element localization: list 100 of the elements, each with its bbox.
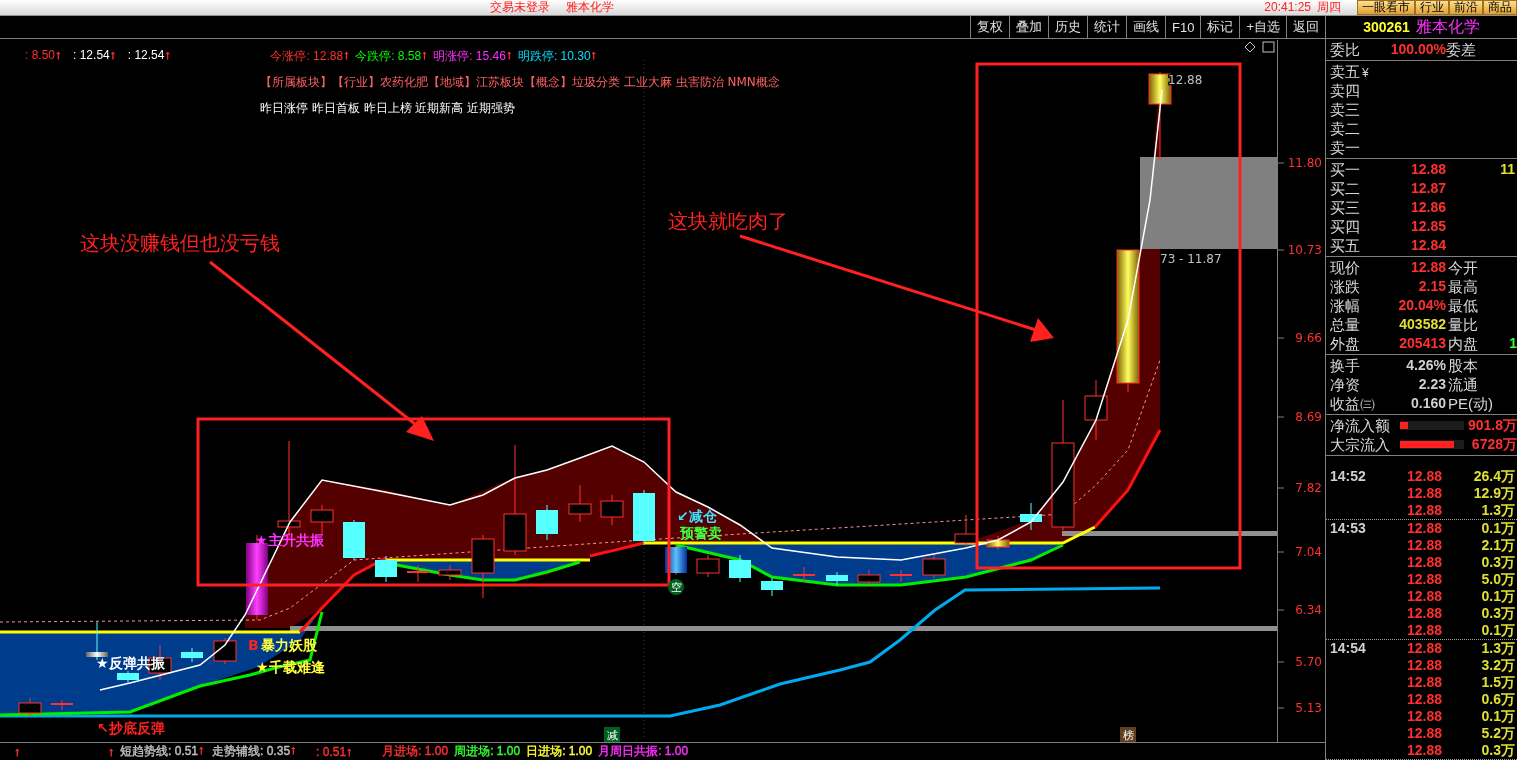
candlestick xyxy=(761,577,783,597)
trade-price: 12.88 xyxy=(1405,485,1442,502)
field-value: 100.00% xyxy=(1389,40,1446,57)
up-arrow: ↑ xyxy=(108,744,114,759)
callout-text: 这块就吃肉了 xyxy=(668,209,788,233)
field-value: 403582 xyxy=(1398,315,1446,334)
bid-price: 12.87 xyxy=(1409,179,1446,198)
field-value: 2.15 xyxy=(1417,277,1446,296)
clock-time: 20:41:25 xyxy=(1264,0,1311,15)
indicator-value: 周进场: 1.00 xyxy=(454,743,521,760)
indicator-value: : 12.54 xyxy=(127,48,165,64)
candlestick xyxy=(18,697,42,717)
trade-time: 14:53 xyxy=(1330,520,1367,537)
trade-price: 12.88 xyxy=(1405,537,1442,554)
trade-volume: 2.1万 xyxy=(1480,537,1516,554)
trade-volume: 0.3万 xyxy=(1480,742,1516,759)
trade-volume: 12.9万 xyxy=(1472,485,1516,502)
field-label: 外盘 xyxy=(1330,334,1361,353)
bid-price: 12.86 xyxy=(1409,198,1446,217)
panel-toggle-icon[interactable] xyxy=(1262,41,1275,53)
signal-badge: 减 xyxy=(604,727,620,742)
field-value: 0.160 xyxy=(1409,394,1446,413)
market-button[interactable]: 商品 xyxy=(1483,0,1517,15)
axis-label: 5.13 xyxy=(1295,701,1322,715)
bid-label: 买二 xyxy=(1330,179,1361,198)
trade-price: 12.88 xyxy=(1405,742,1442,759)
field-value: 12.88 xyxy=(1409,258,1446,277)
candlestick xyxy=(889,569,913,583)
indicator-value: 今涨停: 12.88 xyxy=(270,48,344,65)
candlestick xyxy=(633,489,655,546)
candlestick xyxy=(536,504,558,541)
trade-time: 14:52 xyxy=(1330,468,1367,485)
candlestick xyxy=(696,554,720,578)
trade-volume: 0.6万 xyxy=(1480,691,1516,708)
signal-label: ★反弹共振 xyxy=(96,655,165,671)
trade-price: 12.88 xyxy=(1405,588,1442,605)
diamond-icon[interactable] xyxy=(1244,41,1256,53)
trade-volume: 0.1万 xyxy=(1480,708,1516,725)
axis-label: 11.80 xyxy=(1287,156,1322,170)
field-value: 2.23 xyxy=(1417,375,1446,394)
axis-label: 5.70 xyxy=(1295,655,1322,669)
indicator-value: 明涨停: 15.46 xyxy=(433,48,506,65)
indicator-value: : 8.50 xyxy=(25,48,56,64)
ask-label: 卖三 xyxy=(1330,100,1361,119)
trade-volume: 0.3万 xyxy=(1480,554,1516,571)
up-arrow: ↑ xyxy=(109,48,116,64)
up-arrow: ↑ xyxy=(343,48,350,64)
candlestick xyxy=(922,554,946,579)
candlestick xyxy=(471,534,495,599)
up-arrow: ↑ xyxy=(505,48,512,64)
field-label: PE(动) xyxy=(1447,394,1494,413)
axis-label: 10.73 xyxy=(1287,243,1322,257)
candlestick xyxy=(986,535,1010,551)
field-label: 现价 xyxy=(1330,258,1361,277)
market-button[interactable]: 一眼看市 xyxy=(1357,0,1415,15)
trade-price: 12.88 xyxy=(1405,468,1442,485)
indicator-value: 明跌停: 10.30 xyxy=(517,48,591,65)
field-label: 今开 xyxy=(1447,258,1479,277)
up-arrow: ↑ xyxy=(421,48,428,64)
up-arrow: ↑ xyxy=(290,743,297,759)
trade-price: 12.88 xyxy=(1405,571,1442,588)
field-label: 总量 xyxy=(1330,315,1361,334)
candlestick xyxy=(50,699,74,711)
up-arrow: ↑ xyxy=(198,743,205,759)
candlestick xyxy=(792,566,816,583)
field-value: 205413 xyxy=(1398,334,1446,353)
axis-label: 7.04 xyxy=(1295,545,1322,559)
weekday: 周四 xyxy=(1317,0,1341,15)
trade-volume: 0.1万 xyxy=(1480,588,1516,605)
candlestick xyxy=(1020,502,1042,531)
axis-label: 9.66 xyxy=(1295,331,1322,345)
field-label: 委差 xyxy=(1446,40,1477,59)
up-arrow: ↑ xyxy=(590,48,597,64)
axis-label: 7.82 xyxy=(1295,481,1322,495)
field-label: 涨跌 xyxy=(1330,277,1361,296)
indicator-value: 日进场: 1.00 xyxy=(526,743,593,760)
field-label: 内盘 xyxy=(1447,334,1479,353)
field-label: 最高 xyxy=(1447,277,1479,296)
field-label: 净流入额 xyxy=(1330,416,1391,435)
signal-label: 预警卖 xyxy=(680,525,722,541)
status-tags-text: 昨日涨停 昨日首板 昨日上榜 近期新高 近期强势 xyxy=(260,101,516,115)
candlestick xyxy=(826,571,848,586)
axis-label: 6.34 xyxy=(1295,603,1322,617)
trade-volume: 0.1万 xyxy=(1480,520,1516,537)
bid-price: 12.85 xyxy=(1409,217,1446,236)
market-button[interactable]: 行业 xyxy=(1415,0,1449,15)
candlestick xyxy=(857,569,881,586)
up-arrow: ↑ xyxy=(55,48,62,64)
indicator-value: 月进场: 1.00 xyxy=(382,743,449,760)
field-label: 流通 xyxy=(1447,375,1479,394)
up-arrow: ↑ xyxy=(346,744,353,759)
field-label: 最低 xyxy=(1447,296,1479,315)
market-button[interactable]: 前沿 xyxy=(1449,0,1483,15)
up-arrow: ↑ xyxy=(14,744,20,759)
bid-volume: 11 xyxy=(1499,160,1516,179)
indicator-value: 月周日共振: 1.00 xyxy=(598,743,689,760)
trade-volume: 1.3万 xyxy=(1480,640,1516,657)
field-label: 涨幅 xyxy=(1330,296,1361,315)
candlestick xyxy=(343,519,365,561)
stock-name: 雅本化学 xyxy=(566,0,614,15)
